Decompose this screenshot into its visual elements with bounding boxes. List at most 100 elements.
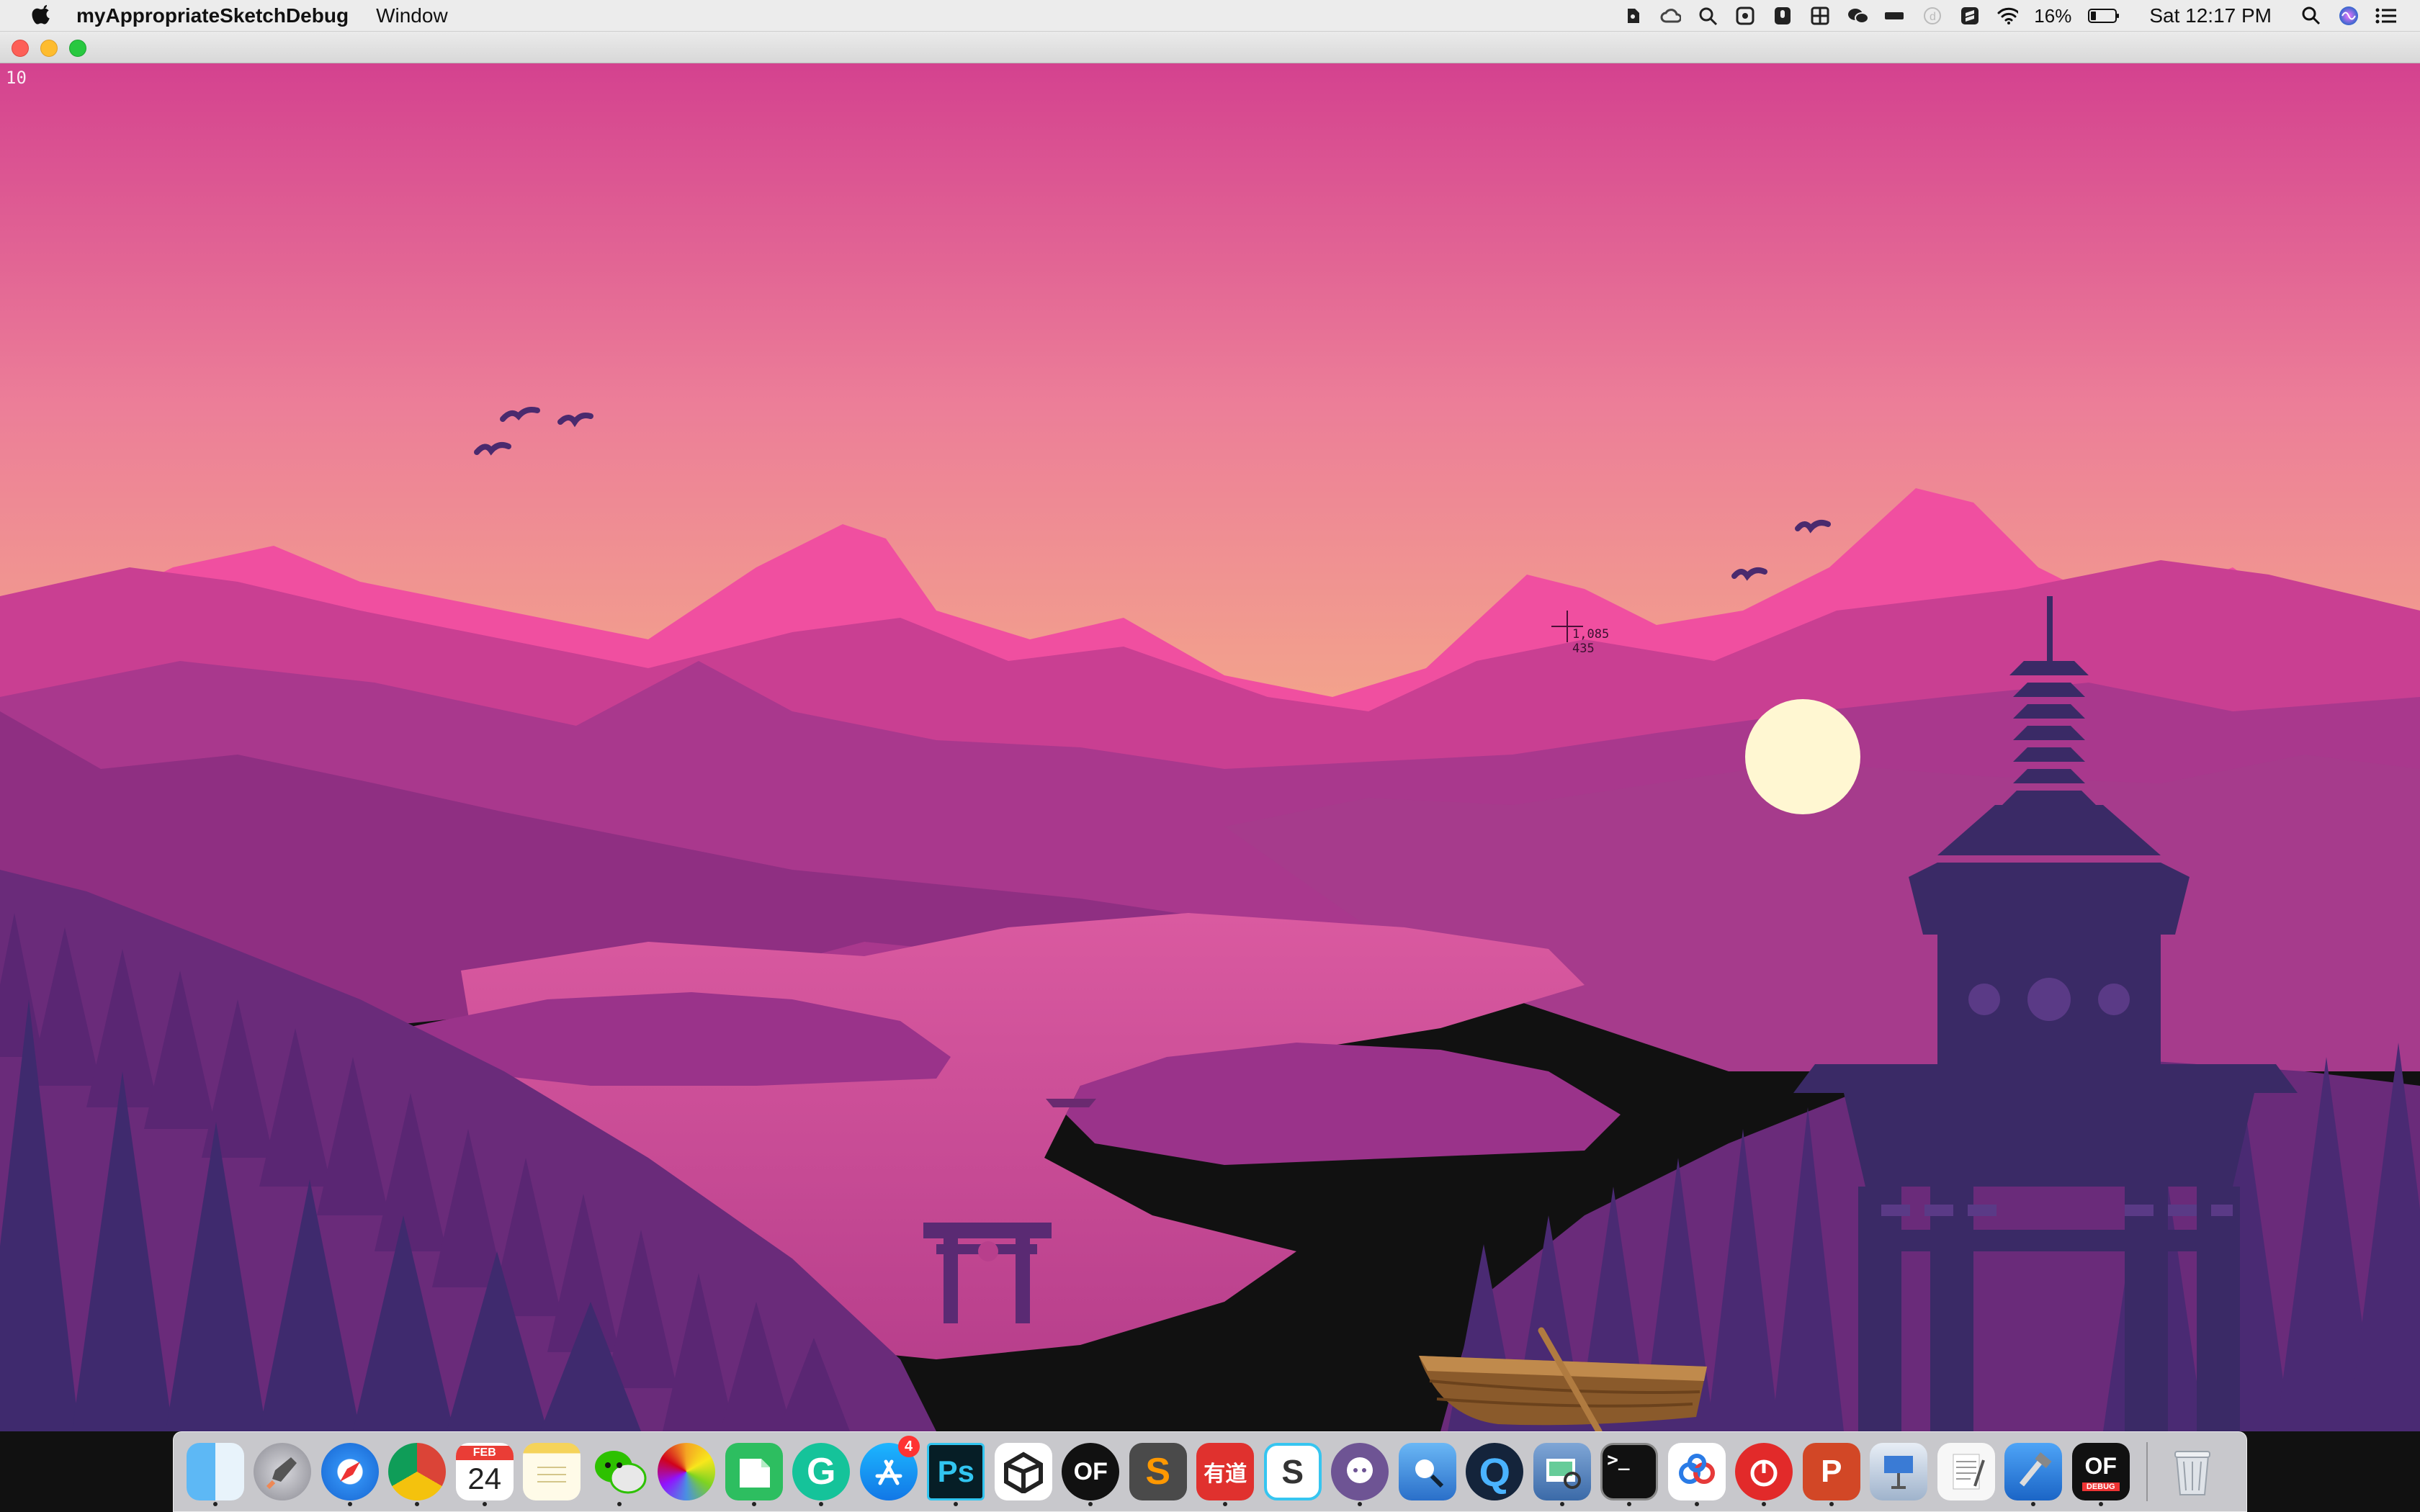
dock-icon-label: Q xyxy=(1479,1449,1511,1495)
xcode-hammer-icon xyxy=(2004,1443,2063,1500)
photos-flower-icon xyxy=(658,1443,716,1500)
creative-cloud-icon[interactable] xyxy=(1659,5,1682,27)
distant-boat xyxy=(1046,1099,1096,1107)
photoshop-icon: Ps xyxy=(927,1443,985,1500)
textedit-icon xyxy=(1937,1443,1995,1500)
dock: FEB 24 G 4 Ps OF S 有道 S Q >_ P OF DEBUG xyxy=(182,1436,2226,1508)
dock-item-sublime-text[interactable]: S xyxy=(1124,1436,1192,1508)
screenshot-tool-icon[interactable] xyxy=(1734,5,1756,27)
dock-item-xcode[interactable] xyxy=(2000,1436,2068,1508)
dock-icon-label: G xyxy=(807,1451,836,1493)
dock-item-netease-music[interactable] xyxy=(1731,1436,1798,1508)
frame-counter: 10 xyxy=(6,68,27,88)
dock-icon-label: OF xyxy=(2084,1452,2117,1479)
cursor-x-value: 1,085 xyxy=(1572,627,1610,642)
dock-item-trash[interactable] xyxy=(2159,1436,2227,1508)
dock-item-textedit[interactable] xyxy=(1932,1436,2000,1508)
chat-bubbles-icon xyxy=(591,1443,648,1500)
minimize-window-button[interactable] xyxy=(40,40,58,57)
calendar-month: FEB xyxy=(455,1446,514,1460)
spotlight-search-icon[interactable] xyxy=(2300,5,2322,27)
running-indicator xyxy=(1358,1502,1363,1506)
dock-icon-label: 有道 xyxy=(1204,1462,1247,1486)
svg-text:d: d xyxy=(1930,11,1936,23)
dock-item-youdao[interactable]: 有道 xyxy=(1192,1436,1260,1508)
sublime-status-icon[interactable] xyxy=(1959,5,1981,27)
dock-icon-label: >_ xyxy=(1607,1449,1630,1471)
dock-item-photoshop[interactable]: Ps xyxy=(923,1436,990,1508)
wifi-icon[interactable] xyxy=(1996,5,2019,27)
running-indicator xyxy=(212,1502,218,1506)
dock-item-keynote[interactable] xyxy=(1865,1436,1933,1508)
d-circle-icon[interactable]: d xyxy=(1922,5,1943,27)
battery-bar-icon[interactable] xyxy=(1884,5,1906,27)
terminal-icon: >_ xyxy=(1600,1443,1659,1500)
running-indicator xyxy=(617,1502,622,1506)
running-indicator xyxy=(751,1502,756,1506)
window-menu[interactable]: Window xyxy=(376,4,448,27)
quicktime-icon: Q xyxy=(1466,1443,1524,1500)
dock-item-wechat[interactable] xyxy=(586,1436,653,1508)
dock-item-photos[interactable] xyxy=(653,1436,721,1508)
magnifier-doc-icon xyxy=(1398,1443,1456,1500)
dock-item-terminal[interactable]: >_ xyxy=(1596,1436,1664,1508)
evernote-status-icon[interactable] xyxy=(1622,5,1644,27)
octocat-icon xyxy=(1331,1443,1389,1500)
dock-item-openframeworks[interactable]: OF xyxy=(1057,1436,1125,1508)
dock-icon-label: OF xyxy=(1073,1457,1108,1485)
dock-item-launchpad[interactable] xyxy=(249,1436,317,1508)
notepad-icon xyxy=(523,1443,581,1500)
dock-item-notes[interactable] xyxy=(519,1436,586,1508)
sketch-canvas[interactable]: 10 1,085 435 xyxy=(0,63,2420,1431)
grid-status-icon[interactable] xyxy=(1809,5,1831,27)
running-indicator xyxy=(1223,1502,1228,1506)
dock-item-evernote[interactable] xyxy=(720,1436,788,1508)
preview-photos-icon xyxy=(1533,1443,1591,1500)
keynote-podium-icon xyxy=(1870,1443,1928,1500)
battery-percent[interactable]: 16% xyxy=(2034,5,2071,27)
dock-item-quicktime[interactable]: Q xyxy=(1461,1436,1529,1508)
menubar-clock[interactable]: Sat 12:17 PM xyxy=(2149,4,2272,27)
app-name-menu[interactable]: myAppropriateSketchDebug xyxy=(76,4,349,27)
dock-item-directory-utility[interactable] xyxy=(1394,1436,1461,1508)
slack-icon: S xyxy=(1263,1443,1322,1500)
zoom-window-button[interactable] xyxy=(69,40,86,57)
menu-bar: myAppropriateSketchDebug Window d 16% Sa… xyxy=(0,0,2420,32)
dock-item-github-desktop[interactable] xyxy=(1327,1436,1394,1508)
grammarly-icon: G xyxy=(792,1443,851,1500)
apple-menu-icon[interactable] xyxy=(26,0,58,32)
running-indicator xyxy=(482,1502,487,1506)
dock-item-finder[interactable] xyxy=(182,1436,249,1508)
landscape-scene xyxy=(0,63,2420,1431)
dock-item-preview[interactable] xyxy=(1528,1436,1596,1508)
wechat-status-icon[interactable] xyxy=(1847,5,1869,27)
calendar-icon: FEB 24 xyxy=(455,1443,514,1500)
magnifier-status-icon[interactable] xyxy=(1697,5,1718,27)
notification-center-icon[interactable] xyxy=(2375,5,2397,27)
dock-item-baidu-netdisk[interactable] xyxy=(1663,1436,1731,1508)
dock-item-safari[interactable] xyxy=(316,1436,384,1508)
debug-ribbon: DEBUG xyxy=(2081,1482,2120,1491)
dock-item-calendar[interactable]: FEB 24 xyxy=(451,1436,519,1508)
running-indicator xyxy=(415,1502,420,1506)
dock-item-unity[interactable] xyxy=(990,1436,1057,1508)
dock-icon-label: S xyxy=(1281,1453,1304,1490)
cloud-icon xyxy=(1667,1443,1726,1500)
chrome-icon xyxy=(388,1443,447,1500)
siri-icon[interactable] xyxy=(2338,5,2360,27)
dock-item-slack[interactable]: S xyxy=(1259,1436,1327,1508)
dock-item-myappropriatesketchdebug[interactable]: OF DEBUG xyxy=(2067,1436,2135,1508)
dock-item-powerpoint[interactable]: P xyxy=(1798,1436,1865,1508)
dock-item-app-store[interactable]: 4 xyxy=(855,1436,923,1508)
status-area: d 16% Sat 12:17 PM xyxy=(1622,0,2397,32)
window-title-bar[interactable] xyxy=(0,32,2420,63)
running-indicator xyxy=(1627,1502,1632,1506)
battery-icon[interactable] xyxy=(2087,5,2120,27)
microphone-icon[interactable] xyxy=(1772,5,1793,27)
cursor-y-value: 435 xyxy=(1572,642,1595,656)
running-indicator xyxy=(2098,1502,2103,1506)
dock-item-grammarly[interactable]: G xyxy=(788,1436,856,1508)
dock-item-chrome[interactable] xyxy=(384,1436,452,1508)
finder-icon xyxy=(186,1443,244,1500)
close-window-button[interactable] xyxy=(12,40,29,57)
